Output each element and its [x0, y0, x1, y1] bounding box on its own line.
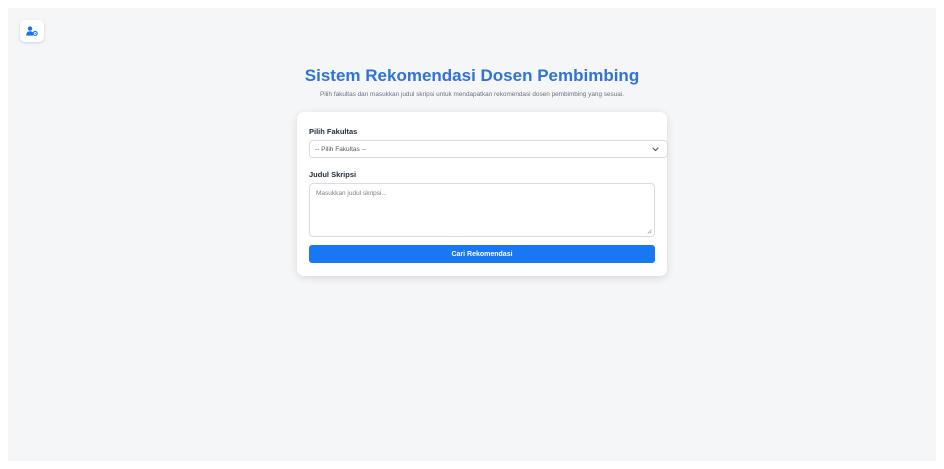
fakultas-select-value: -- Pilih Fakultas -- [315, 145, 366, 153]
user-cog-icon [26, 26, 38, 36]
recommendation-form-card: Pilih Fakultas -- Pilih Fakultas -- Judu… [297, 112, 668, 276]
resize-handle-icon[interactable] [647, 229, 652, 234]
cari-rekomendasi-button[interactable]: Cari Rekomendasi [309, 245, 655, 263]
profile-button[interactable] [20, 20, 44, 42]
judul-textarea[interactable]: Masukkan judul skripsi... [309, 183, 655, 237]
fakultas-select[interactable]: -- Pilih Fakultas -- [309, 140, 668, 158]
page-subtitle: Pilih fakultas dan masukkan judul skrips… [319, 91, 625, 98]
page-title: Sistem Rekomendasi Dosen Pembimbing [304, 66, 640, 85]
judul-label: Judul Skripsi [309, 170, 357, 179]
fakultas-label: Pilih Fakultas [309, 127, 358, 136]
judul-placeholder: Masukkan judul skripsi... [316, 190, 387, 197]
chevron-down-icon [652, 146, 659, 152]
app-viewport: Sistem Rekomendasi Dosen Pembimbing Pili… [8, 8, 936, 461]
